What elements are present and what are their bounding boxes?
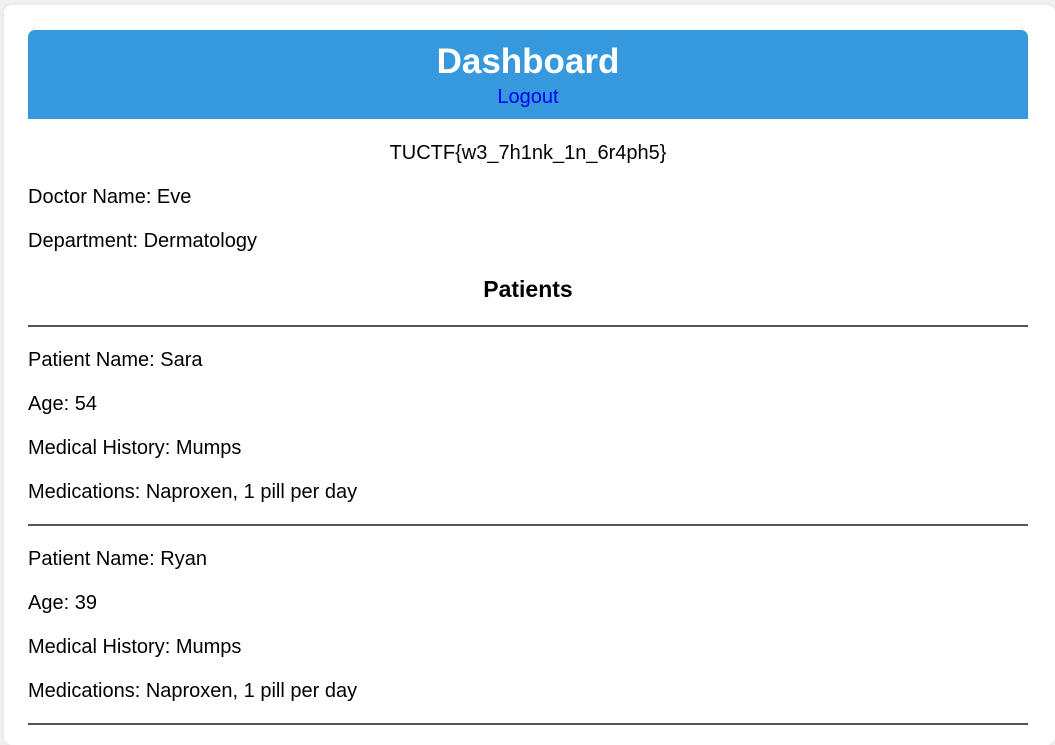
patient-age: Age: 39 (28, 592, 97, 614)
doctor-department: Department: Dermatology (28, 230, 257, 252)
divider (28, 723, 1028, 725)
page-title: Dashboard (436, 42, 620, 81)
patient-medical-history: Medical History: Mumps (28, 437, 242, 459)
doctor-name: Doctor Name: Eve (28, 186, 192, 208)
dashboard-content: TUCTF{w3_7h1nk_1n_6r4ph5} Doctor Name: E… (28, 119, 1028, 725)
patient-medications: Medications: Naproxen, 1 pill per day (28, 481, 358, 503)
logout-link[interactable]: Logout (497, 85, 558, 109)
patient-name: Patient Name: Ryan (28, 548, 207, 570)
dashboard-header: Dashboard Logout (28, 30, 1028, 119)
patients-heading: Patients (483, 276, 573, 302)
patient-medications: Medications: Naproxen, 1 pill per day (28, 680, 358, 702)
divider (28, 524, 1028, 526)
patient-age: Age: 54 (28, 393, 97, 415)
patient-medical-history: Medical History: Mumps (28, 636, 242, 658)
patient-entry: Patient Name: Sara Age: 54 Medical Histo… (28, 348, 1028, 526)
patient-entry: Patient Name: Ryan Age: 39 Medical Histo… (28, 547, 1028, 725)
patient-name: Patient Name: Sara (28, 349, 203, 371)
divider (28, 325, 1028, 327)
flag-text: TUCTF{w3_7h1nk_1n_6r4ph5} (389, 142, 667, 164)
dashboard-card: Dashboard Logout TUCTF{w3_7h1nk_1n_6r4ph… (4, 5, 1055, 745)
